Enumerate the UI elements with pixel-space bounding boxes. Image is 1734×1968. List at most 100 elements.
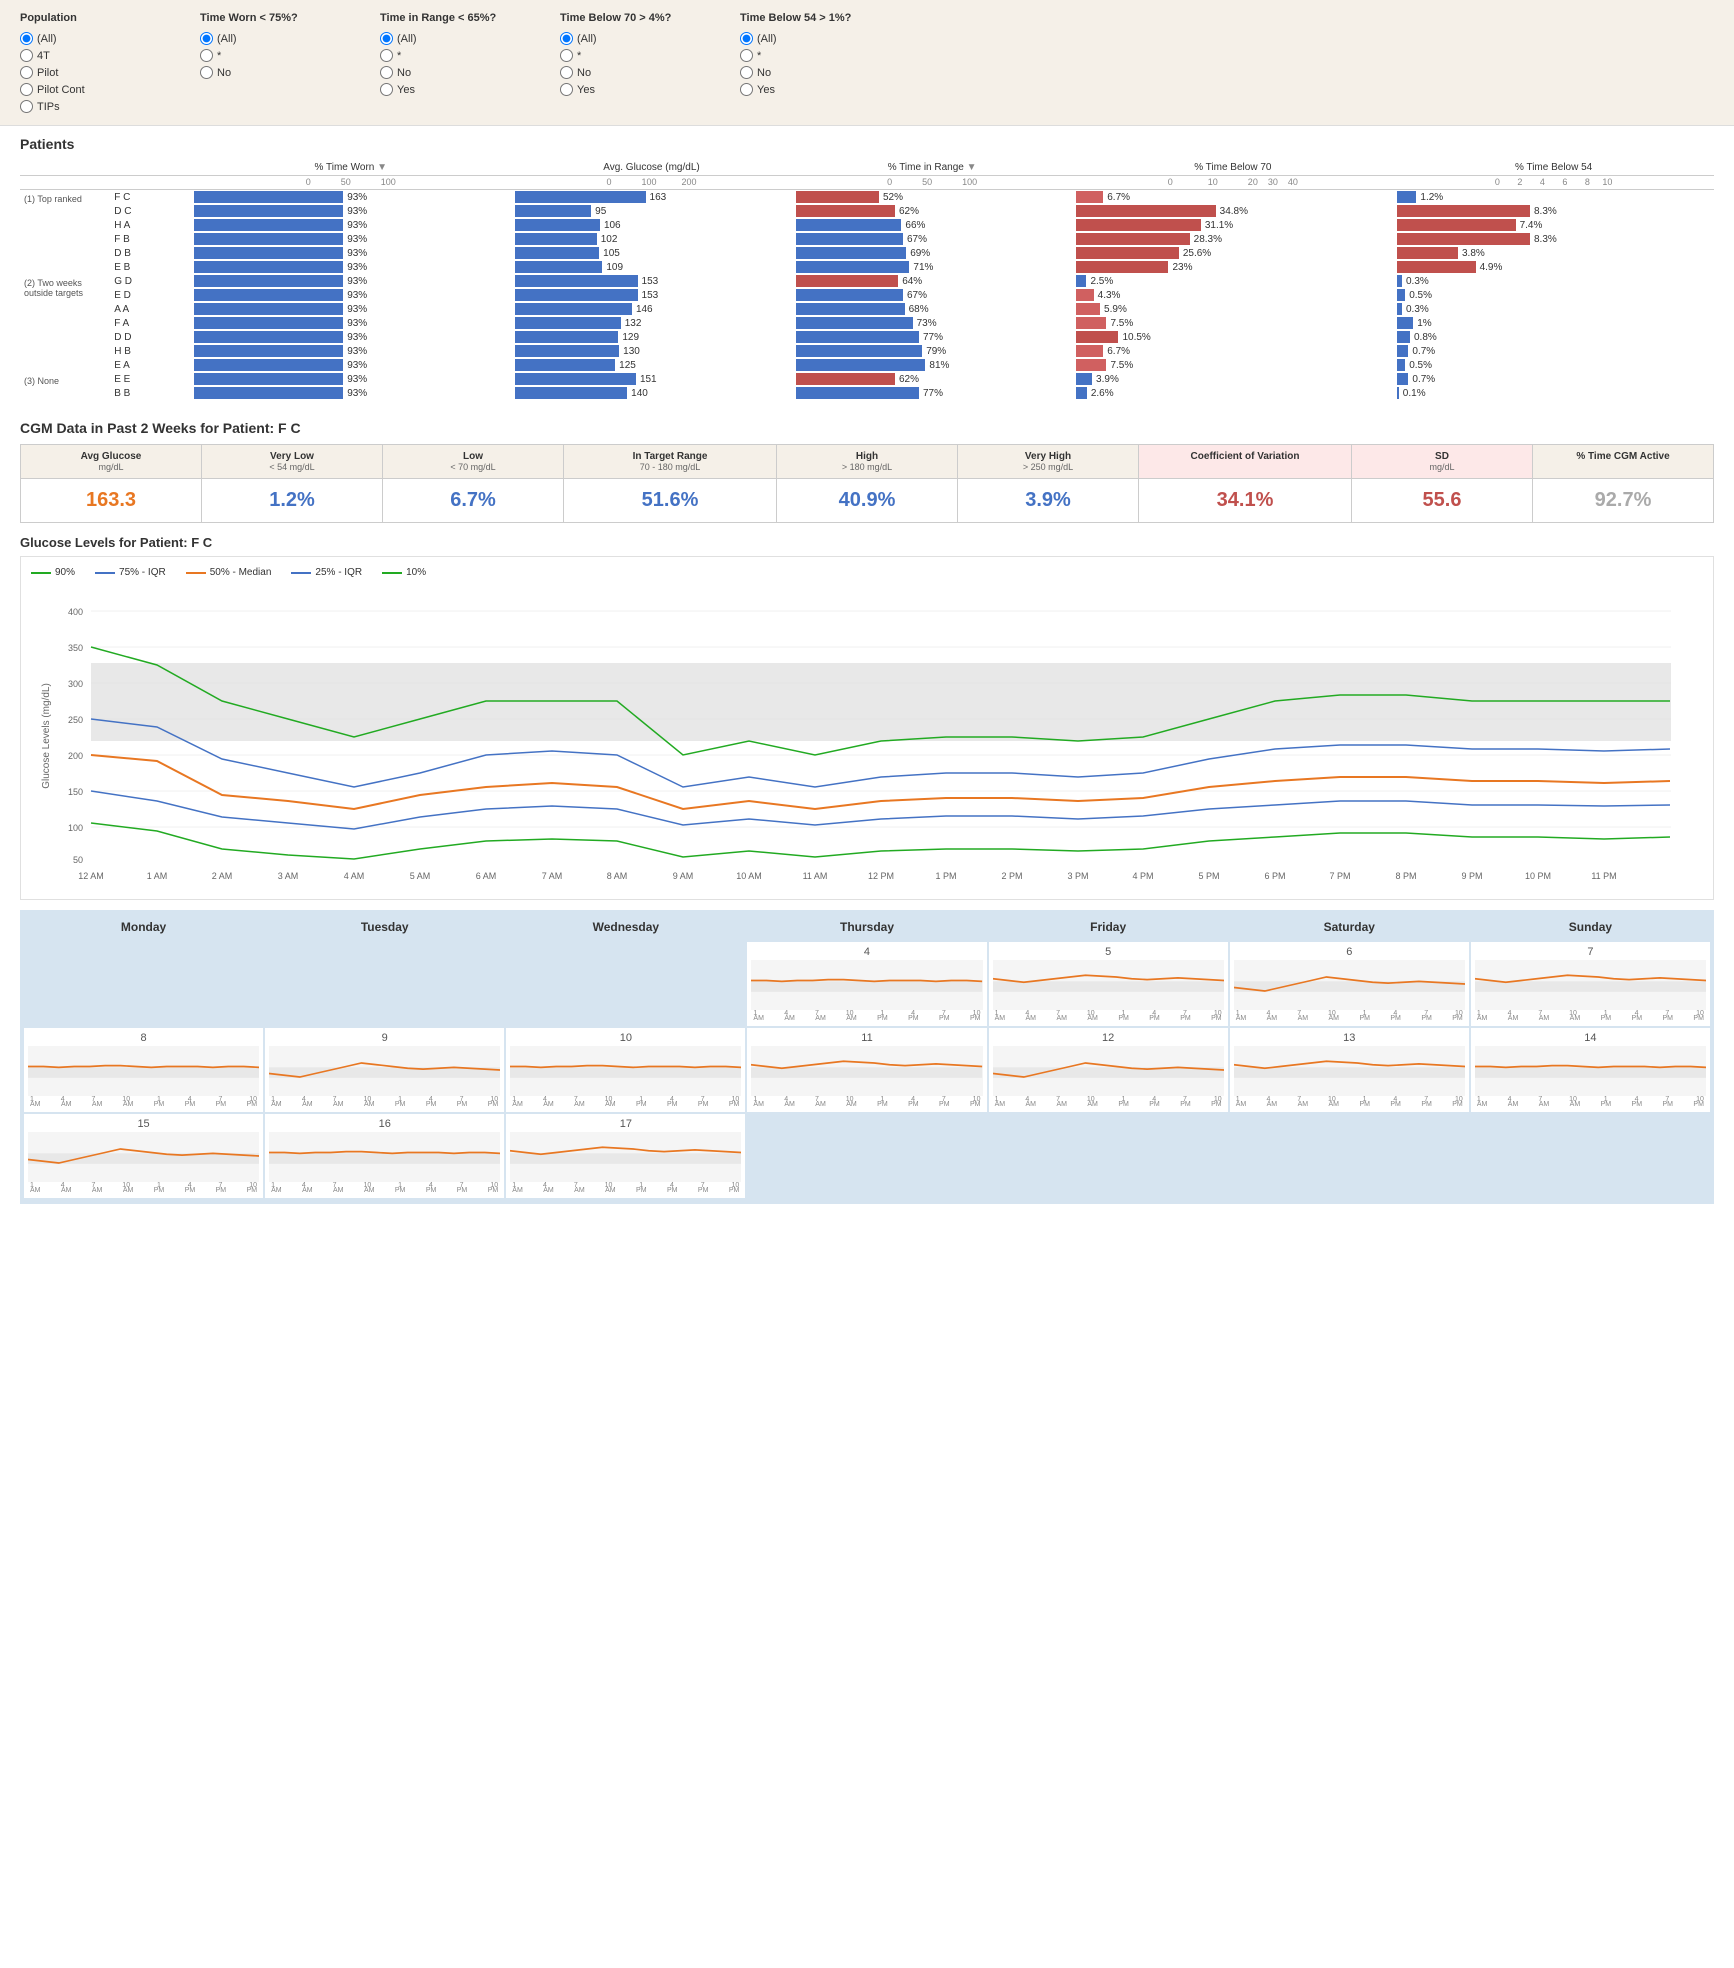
patient-name[interactable]: F B — [110, 232, 190, 246]
cal-cell[interactable]: 16 1471014710 AMAMAMAMPMPMPMPM — [265, 1114, 504, 1198]
tw-no-radio[interactable] — [200, 66, 213, 79]
cal-cell[interactable]: 8 1471014710 AMAMAMAMPMPMPMPM — [24, 1028, 263, 1112]
cell-time-worn: 93% — [190, 344, 511, 358]
pop-tips-radio[interactable] — [20, 100, 33, 113]
tb54-star-radio[interactable] — [740, 49, 753, 62]
patient-name[interactable]: F C — [110, 190, 190, 205]
tw-all-radio[interactable] — [200, 32, 213, 45]
cal-date: 5 — [993, 946, 1224, 958]
table-row[interactable]: (2) Two weeks outside targets G D 93% 15… — [20, 274, 1714, 288]
svg-text:3 AM: 3 AM — [278, 871, 299, 881]
patient-name[interactable]: D D — [110, 330, 190, 344]
cal-cell[interactable]: 6 1471014710 AMAMAMAMPMPMPMPM — [1230, 942, 1469, 1026]
patient-name[interactable]: E A — [110, 358, 190, 372]
cell-time-in-range: 68% — [792, 302, 1073, 316]
stat-val-high: 40.9% — [777, 479, 958, 522]
table-row[interactable]: B B 93% 140 77% — [20, 386, 1714, 400]
pop-pilot-radio[interactable] — [20, 66, 33, 79]
tb70-all-radio[interactable] — [560, 32, 573, 45]
time-sublabels: AMAMAMAMPMPMPMPM — [1475, 1015, 1706, 1022]
tir-all-radio[interactable] — [380, 32, 393, 45]
table-row[interactable]: E D 93% 153 67% — [20, 288, 1714, 302]
patient-name[interactable]: D B — [110, 246, 190, 260]
tir-star-label: * — [397, 50, 401, 62]
svg-text:11 PM: 11 PM — [1591, 871, 1616, 881]
patient-name[interactable]: H B — [110, 344, 190, 358]
table-row[interactable]: F B 93% 102 67% — [20, 232, 1714, 246]
patient-name[interactable]: E E — [110, 372, 190, 386]
svg-text:1 PM: 1 PM — [935, 871, 956, 881]
table-row[interactable]: D D 93% 129 77% — [20, 330, 1714, 344]
cal-cell[interactable]: 17 1471014710 AMAMAMAMPMPMPMPM — [506, 1114, 745, 1198]
tb54-no-radio[interactable] — [740, 66, 753, 79]
table-row[interactable]: H B 93% 130 79% — [20, 344, 1714, 358]
cell-time-below-54: 0.3% — [1393, 302, 1714, 316]
cell-time-below-70: 25.6% — [1072, 246, 1393, 260]
patient-name[interactable]: D C — [110, 204, 190, 218]
cell-time-in-range: 67% — [792, 288, 1073, 302]
tir-yes-radio[interactable] — [380, 83, 393, 96]
tb54-yes-radio[interactable] — [740, 83, 753, 96]
table-row[interactable]: E B 93% 109 71% — [20, 260, 1714, 274]
tir-star-radio[interactable] — [380, 49, 393, 62]
cell-time-below-54: 1.2% — [1393, 190, 1714, 205]
patient-name[interactable]: H A — [110, 218, 190, 232]
patient-name[interactable]: B B — [110, 386, 190, 400]
cal-cell[interactable]: 12 1471014710 AMAMAMAMPMPMPMPM — [989, 1028, 1228, 1112]
cell-time-worn: 93% — [190, 302, 511, 316]
cell-time-in-range: 67% — [792, 232, 1073, 246]
tb70-no-radio[interactable] — [560, 66, 573, 79]
cal-cell[interactable]: 14 1471014710 AMAMAMAMPMPMPMPM — [1471, 1028, 1710, 1112]
patient-name[interactable]: G D — [110, 274, 190, 288]
tb54-star-label: * — [757, 50, 761, 62]
patient-name[interactable]: E B — [110, 260, 190, 274]
cal-cell[interactable]: 10 1471014710 AMAMAMAMPMPMPMPM — [506, 1028, 745, 1112]
table-row[interactable]: D C 93% 95 62% — [20, 204, 1714, 218]
time-sublabels: AMAMAMAMPMPMPMPM — [1234, 1015, 1465, 1022]
table-row[interactable]: D B 93% 105 69% — [20, 246, 1714, 260]
svg-text:150: 150 — [68, 787, 83, 797]
tb70-star-label: * — [577, 50, 581, 62]
cal-cell[interactable]: 7 1471014710 AMAMAMAMPMPMPMPM — [1471, 942, 1710, 1026]
tw-star-label: * — [217, 50, 221, 62]
patient-name[interactable]: E D — [110, 288, 190, 302]
cell-time-in-range: 77% — [792, 330, 1073, 344]
table-row[interactable]: E A 93% 125 81% — [20, 358, 1714, 372]
cal-cell[interactable]: 15 1471014710 AMAMAMAMPMPMPMPM — [24, 1114, 263, 1198]
pop-4t-radio[interactable] — [20, 49, 33, 62]
tw-star-radio[interactable] — [200, 49, 213, 62]
col-time-worn: % Time Worn ▼ — [190, 160, 511, 176]
tb70-yes-label: Yes — [577, 84, 595, 96]
table-row[interactable]: A A 93% 146 68% — [20, 302, 1714, 316]
cell-time-worn: 93% — [190, 372, 511, 386]
time-sublabels: AMAMAMAMPMPMPMPM — [1234, 1101, 1465, 1108]
patient-name[interactable]: F A — [110, 316, 190, 330]
pop-pilotcont-radio[interactable] — [20, 83, 33, 96]
cell-avg-glucose: 129 — [511, 330, 792, 344]
pop-all-radio[interactable] — [20, 32, 33, 45]
table-row[interactable]: (1) Top ranked F C 93% 163 52% — [20, 190, 1714, 205]
cal-cell[interactable]: 4 1471014710 AMAMAMAMPMPMPMPM — [747, 942, 986, 1026]
table-row[interactable]: (3) None E E 93% 151 62% — [20, 372, 1714, 386]
table-row[interactable]: H A 93% 106 66% — [20, 218, 1714, 232]
cgm-section: CGM Data in Past 2 Weeks for Patient: F … — [0, 410, 1734, 1214]
cal-cell[interactable]: 9 1471014710 AMAMAMAMPMPMPMPM — [265, 1028, 504, 1112]
stat-header-avg: Avg Glucose mg/dL — [21, 445, 202, 478]
patient-name[interactable]: A A — [110, 302, 190, 316]
svg-text:7 PM: 7 PM — [1329, 871, 1350, 881]
legend-25: 25% - IQR — [291, 567, 362, 578]
cal-cell[interactable]: 11 1471014710 AMAMAMAMPMPMPMPM — [747, 1028, 986, 1112]
table-row[interactable]: F A 93% 132 73% — [20, 316, 1714, 330]
cal-date: 8 — [28, 1032, 259, 1044]
cal-cell[interactable]: 5 1471014710 AMAMAMAMPMPMPMPM — [989, 942, 1228, 1026]
tb70-yes-radio[interactable] — [560, 83, 573, 96]
time-sublabels: AMAMAMAMPMPMPMPM — [269, 1187, 500, 1194]
tir-no-label: No — [397, 67, 411, 79]
tir-no-radio[interactable] — [380, 66, 393, 79]
tb70-star-radio[interactable] — [560, 49, 573, 62]
svg-text:12 AM: 12 AM — [78, 871, 104, 881]
cal-cell[interactable]: 13 1471014710 AMAMAMAMPMPMPMPM — [1230, 1028, 1469, 1112]
cell-time-below-70: 6.7% — [1072, 190, 1393, 205]
patients-title: Patients — [20, 136, 1714, 152]
tb54-all-radio[interactable] — [740, 32, 753, 45]
